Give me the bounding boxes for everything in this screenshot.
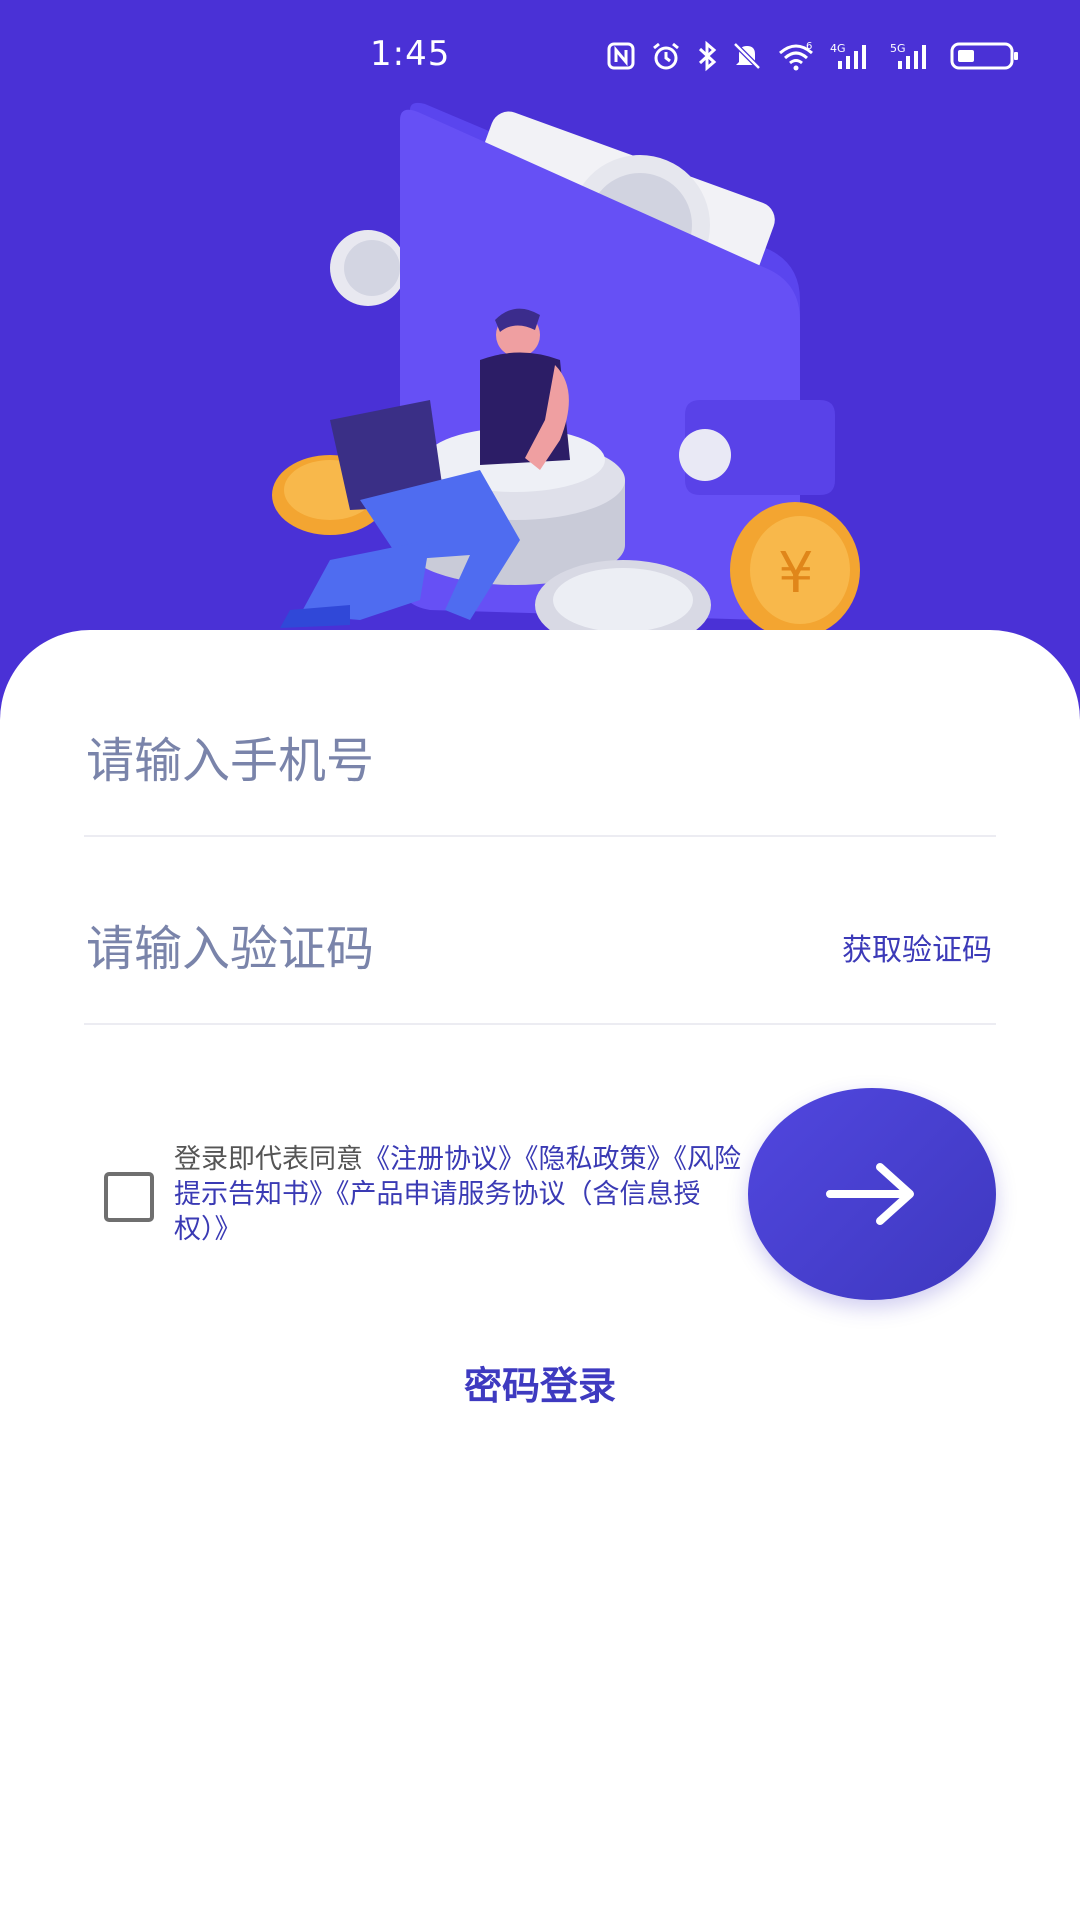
get-code-button[interactable]: 获取验证码 xyxy=(842,925,992,969)
mute-icon xyxy=(733,42,761,70)
nfc-icon xyxy=(607,42,635,70)
battery-icon xyxy=(950,42,1018,70)
agreement-checkbox[interactable] xyxy=(104,1172,154,1222)
phone-input[interactable] xyxy=(84,685,788,837)
svg-text:5G: 5G xyxy=(890,42,906,55)
phone-field xyxy=(84,685,996,837)
agreement: 登录即代表同意《注册协议》《隐私政策》《风险提示告知书》《产品申请服务协议（含信… xyxy=(104,1142,744,1247)
arrow-right-icon xyxy=(826,1163,914,1225)
agreement-prefix: 登录即代表同意 xyxy=(174,1144,363,1175)
password-login-link[interactable]: 密码登录 xyxy=(0,1355,1080,1410)
alarm-icon xyxy=(653,42,679,70)
signal-5g-icon: 5G xyxy=(890,42,926,69)
signal-4g-icon: 4G xyxy=(830,42,866,69)
login-card: 获取验证码 登录即代表同意《注册协议》《隐私政策》《风险提示告知书》《产品申请服… xyxy=(0,630,1080,1920)
wifi-icon: 6 xyxy=(779,41,813,71)
svg-text:6: 6 xyxy=(806,41,812,52)
code-input[interactable] xyxy=(84,873,788,1025)
code-field: 获取验证码 xyxy=(84,873,996,1025)
login-arrow-button[interactable] xyxy=(748,1088,996,1300)
svg-text:4G: 4G xyxy=(830,42,846,55)
agreement-text: 登录即代表同意《注册协议》《隐私政策》《风险提示告知书》《产品申请服务协议（含信… xyxy=(174,1142,744,1247)
status-bar: 1:45 6 4G 5G xyxy=(0,0,1080,110)
link-register-agreement[interactable]: 《注册协议》 xyxy=(363,1144,525,1175)
status-time: 1:45 xyxy=(370,34,451,74)
svg-text:¥: ¥ xyxy=(778,541,814,606)
status-icons: 6 4G 5G xyxy=(606,36,1020,76)
bluetooth-icon xyxy=(698,40,717,72)
link-privacy-policy[interactable]: 《隐私政策》 xyxy=(525,1144,674,1175)
